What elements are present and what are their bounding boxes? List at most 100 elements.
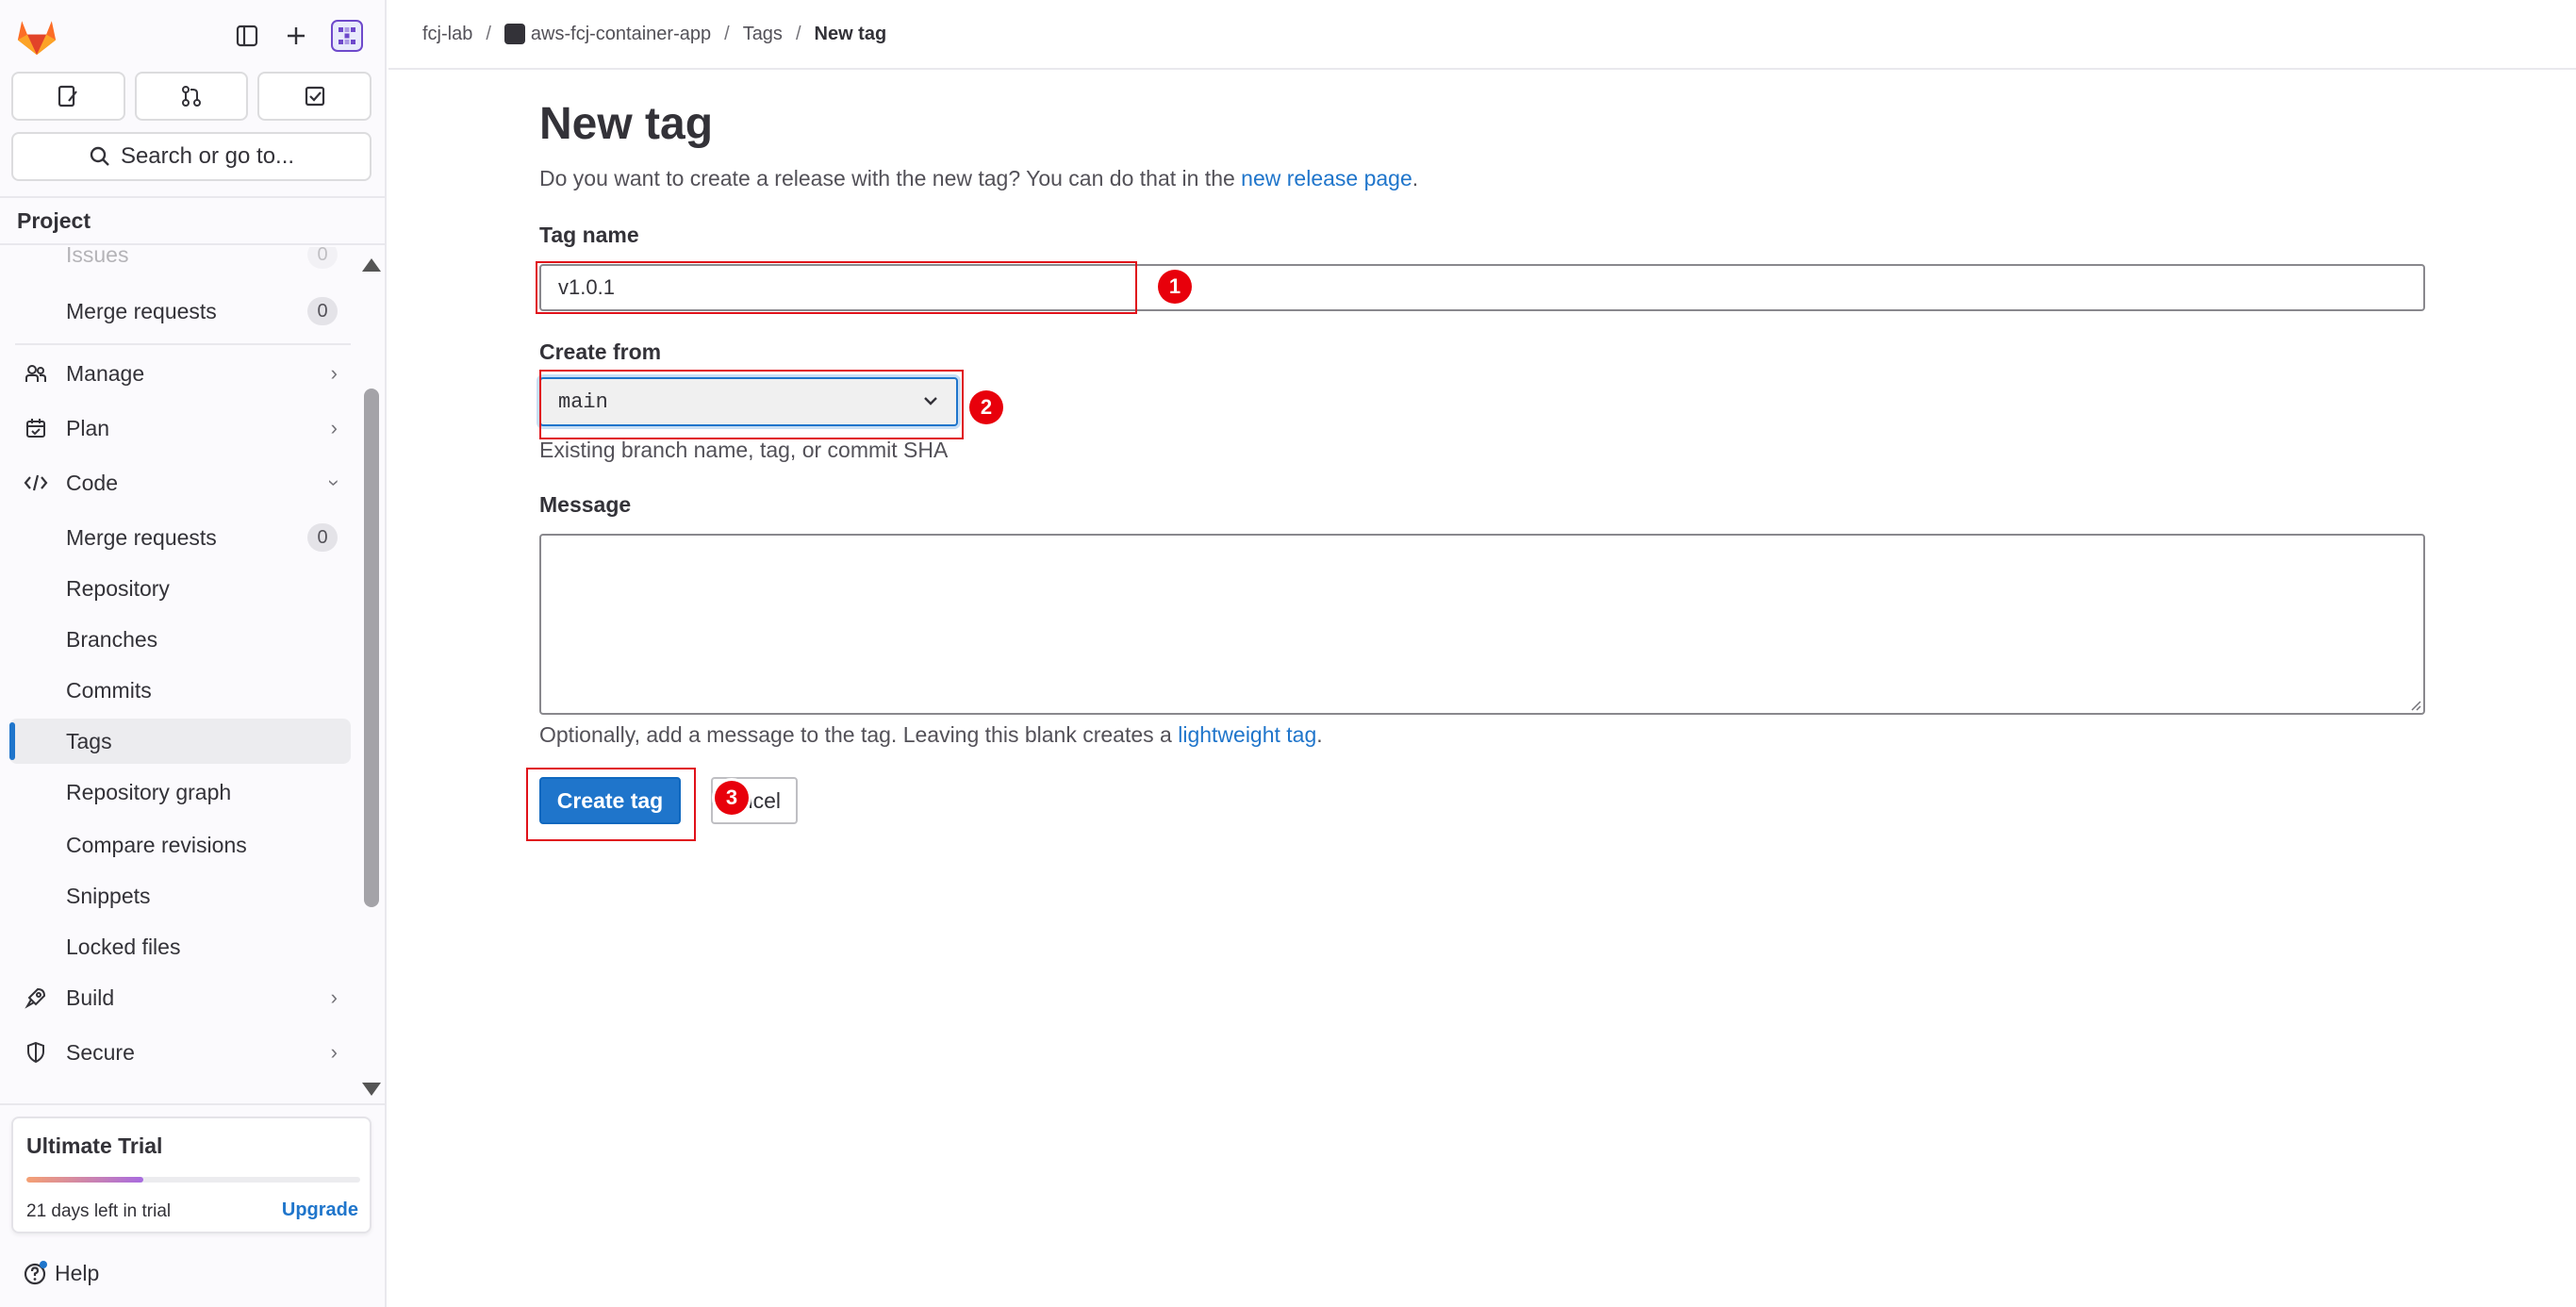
sidebar-item-label: Repository	[66, 575, 170, 601]
sidebar-item-code-merge-requests[interactable]: Merge requests 0	[9, 515, 351, 560]
sidebar-item-compare-revisions[interactable]: Compare revisions	[9, 822, 351, 868]
breadcrumb-project[interactable]: aws-fcj-container-app	[504, 24, 711, 45]
sidebar-item-plan[interactable]: Plan ›	[9, 405, 351, 451]
sidebar-item-label: Branches	[66, 626, 158, 652]
annotation-box-3	[526, 768, 696, 841]
sidebar-header	[0, 0, 387, 72]
scroll-down-arrow-icon[interactable]	[362, 1083, 381, 1096]
project-avatar-icon	[504, 24, 525, 45]
count-badge: 0	[307, 297, 338, 325]
chevron-right-icon: ›	[330, 416, 338, 439]
gitlab-logo-icon[interactable]	[15, 15, 58, 57]
plus-icon[interactable]	[279, 19, 313, 53]
description-suffix: .	[1412, 166, 1419, 190]
chevron-right-icon: ›	[330, 1040, 338, 1064]
sidebar-item-label: Compare revisions	[66, 832, 247, 857]
breadcrumb-current[interactable]: New tag	[815, 24, 887, 45]
sidebar-item-secure[interactable]: Secure ›	[9, 1030, 351, 1075]
page-title: New tag	[539, 99, 714, 149]
sidebar-item-snippets[interactable]: Snippets	[9, 873, 351, 918]
upgrade-link[interactable]: Upgrade	[282, 1199, 358, 1221]
sidebar-item-issues[interactable]: Issues 0	[9, 247, 351, 277]
sidebar-item-repository[interactable]: Repository	[9, 566, 351, 611]
description-text: Do you want to create a release with the…	[539, 166, 1242, 190]
sidebar-item-label: Snippets	[66, 883, 151, 908]
lightweight-tag-link[interactable]: lightweight tag	[1178, 722, 1316, 747]
annotation-box-1	[536, 261, 1137, 314]
count-badge: 0	[307, 523, 338, 552]
scroll-up-arrow-icon[interactable]	[362, 258, 381, 272]
todo-list-button[interactable]	[257, 72, 372, 121]
trial-title: Ultimate Trial	[26, 1133, 163, 1158]
sidebar-item-commits[interactable]: Commits	[9, 668, 351, 713]
message-help-suffix: .	[1316, 722, 1323, 747]
sidebar-item-label: Secure	[66, 1039, 135, 1065]
page-description: Do you want to create a release with the…	[539, 166, 1418, 191]
sidebar-item-label: Repository graph	[66, 779, 232, 804]
annotation-number-3: 3	[715, 781, 749, 815]
breadcrumb-group[interactable]: fcj-lab	[422, 24, 472, 45]
breadcrumb-tags[interactable]: Tags	[743, 24, 783, 45]
tag-name-label: Tag name	[539, 223, 639, 247]
section-title: Project	[0, 196, 387, 245]
sidebar-item-manage[interactable]: Manage ›	[9, 351, 351, 396]
sidebar-item-build[interactable]: Build ›	[9, 975, 351, 1020]
breadcrumb-project-label: aws-fcj-container-app	[530, 23, 712, 44]
annotation-number-2: 2	[969, 390, 1003, 424]
sidebar-item-label: Locked files	[66, 934, 181, 959]
sidebar-item-label: Plan	[66, 415, 110, 440]
sidebar-toggle-icon[interactable]	[230, 19, 264, 53]
create-from-help: Existing branch name, tag, or commit SHA	[539, 438, 949, 462]
sidebar-item-locked-files[interactable]: Locked files	[9, 924, 351, 969]
annotation-number-1: 1	[1158, 270, 1192, 304]
chevron-down-icon: ›	[322, 479, 347, 487]
help-icon	[24, 1261, 47, 1285]
breadcrumb-separator: /	[724, 23, 730, 44]
breadcrumb-separator: /	[486, 23, 491, 44]
sidebar-item-label: Issues	[66, 247, 129, 267]
breadcrumb-separator: /	[795, 23, 801, 44]
scrollbar-thumb[interactable]	[364, 389, 379, 907]
sidebar-item-tags[interactable]: Tags	[9, 719, 351, 764]
trial-widget[interactable]: Ultimate Trial 21 days left in trial Upg…	[11, 1117, 372, 1233]
create-from-label: Create from	[539, 339, 662, 364]
message-help-text: Optionally, add a message to the tag. Le…	[539, 722, 1179, 747]
message-help: Optionally, add a message to the tag. Le…	[539, 722, 1323, 748]
rocket-icon	[23, 984, 49, 1011]
help-button[interactable]: Help	[23, 1260, 99, 1286]
search-icon	[90, 146, 109, 166]
users-icon	[23, 360, 49, 387]
merge-requests-button[interactable]	[134, 72, 249, 121]
calendar-icon	[23, 415, 49, 441]
todo-icon	[305, 86, 324, 107]
sidebar-item-merge-requests[interactable]: Merge requests 0	[9, 289, 351, 334]
sidebar-item-label: Commits	[66, 677, 152, 703]
sidebar-item-branches[interactable]: Branches	[9, 617, 351, 662]
divider	[15, 343, 351, 345]
issues-icon	[58, 85, 78, 108]
trial-progress-bar	[26, 1177, 360, 1183]
shield-icon	[23, 1039, 49, 1066]
search-button[interactable]: Search or go to...	[11, 132, 372, 181]
quick-actions	[11, 72, 372, 121]
sidebar-item-label: Merge requests	[66, 524, 217, 550]
trial-progress-fill	[26, 1177, 143, 1183]
sidebar-item-label: Tags	[66, 728, 112, 753]
breadcrumb: fcj-lab / aws-fcj-container-app / Tags /…	[388, 0, 2576, 70]
count-badge: 0	[307, 247, 338, 269]
chevron-right-icon: ›	[330, 985, 338, 1009]
sidebar-item-label: Merge requests	[66, 298, 217, 323]
user-avatar-icon[interactable]	[330, 19, 364, 53]
search-label: Search or go to...	[120, 143, 295, 169]
sidebar-item-code[interactable]: Code ›	[9, 460, 351, 505]
resize-handle-icon[interactable]	[2408, 698, 2421, 711]
annotation-box-2	[539, 370, 964, 439]
chevron-right-icon: ›	[330, 361, 338, 385]
message-label: Message	[539, 492, 632, 517]
new-release-page-link[interactable]: new release page	[1241, 166, 1412, 190]
merge-request-icon	[182, 86, 201, 107]
sidebar-item-label: Code	[66, 470, 118, 495]
assigned-issues-button[interactable]	[11, 72, 125, 121]
message-textarea[interactable]	[539, 534, 2425, 715]
sidebar-item-repository-graph[interactable]: Repository graph	[9, 769, 351, 815]
